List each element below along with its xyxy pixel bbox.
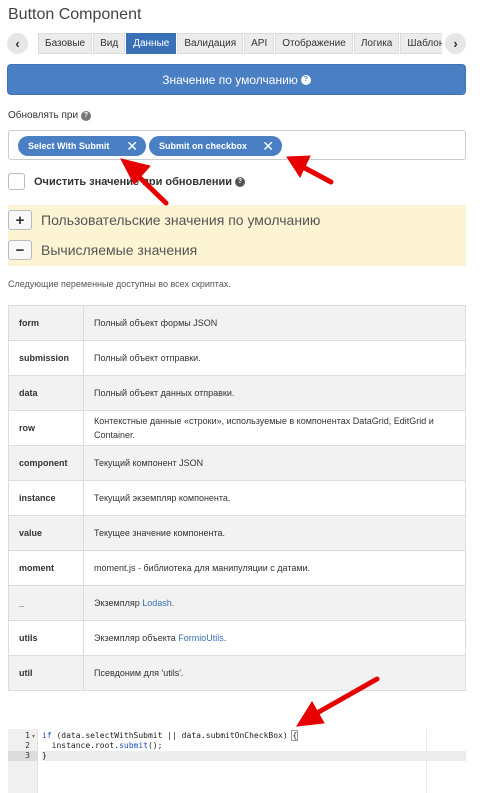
collapse-icon[interactable]: − <box>8 240 32 260</box>
clear-on-refresh-label: Очистить значение при обновлении ? <box>34 175 246 188</box>
var-key: _ <box>8 585 84 621</box>
chip-select-with-submit: Select With Submit ✕ <box>18 136 146 156</box>
var-key: moment <box>8 550 84 586</box>
clear-on-refresh-row: Очистить значение при обновлении ? <box>8 173 246 190</box>
var-desc-text: . <box>223 633 227 643</box>
var-desc: Полный объект формы JSON <box>83 305 466 341</box>
refresh-on-label-text: Обновлять при <box>8 110 79 121</box>
default-value-button[interactable]: Значение по умолчанию ? <box>7 64 466 95</box>
page-title: Button Component <box>8 6 142 23</box>
code-keyword: if <box>42 731 52 740</box>
tab-api[interactable]: API <box>244 33 275 54</box>
tab-validation[interactable]: Валидация <box>177 33 244 54</box>
code-text: (data.selectWithSubmit || data.submitOnC… <box>51 731 293 740</box>
clear-on-refresh-checkbox[interactable] <box>8 173 25 190</box>
chip-label: Submit on checkbox <box>159 141 248 151</box>
annotation-arrow-head <box>296 701 325 727</box>
tab-data[interactable]: Данные <box>126 33 177 54</box>
var-desc: Псевдоним для 'utils'. <box>83 655 466 691</box>
variables-table: form Полный объект формы JSON submission П… <box>8 305 466 691</box>
table-row: instance Текущий экземпляр компонента. <box>8 480 466 516</box>
var-key: submission <box>8 340 84 376</box>
chevron-left-icon[interactable]: ‹ <box>7 33 28 54</box>
tab-basic[interactable]: Базовые <box>38 33 93 54</box>
var-desc-text: Экземпляр объекта <box>94 633 179 643</box>
code-line-active: } <box>42 751 466 761</box>
default-value-button-label: Значение по умолчанию <box>162 72 298 87</box>
table-row: data Полный объект данных отправки. <box>8 375 466 411</box>
var-key: utils <box>8 620 84 656</box>
tab-conditional[interactable]: Отображение <box>275 33 353 54</box>
variables-note: Следующие переменные доступны во всех ск… <box>8 279 231 289</box>
code-line: if (data.selectWithSubmit || data.submit… <box>42 730 466 741</box>
table-row: utils Экземпляр объекта FormioUtils. <box>8 620 466 656</box>
var-desc: Контекстные данные «строки», используемы… <box>83 410 466 446</box>
var-desc: Экземпляр Lodash. <box>83 585 466 621</box>
code-editor[interactable]: 1 ▾ 2 3 if (data.selectWithSubmit || dat… <box>8 729 466 793</box>
lodash-link[interactable]: Lodash <box>142 598 172 608</box>
table-row: value Текущее значение компонента. <box>8 515 466 551</box>
clear-on-refresh-label-text: Очистить значение при обновлении <box>34 175 233 188</box>
var-desc: moment.js - библиотека для манипуляции с… <box>83 550 466 586</box>
expand-icon[interactable]: + <box>8 210 32 230</box>
table-row: row Контекстные данные «строки», использу… <box>8 410 466 446</box>
var-desc: Полный объект отправки. <box>83 340 466 376</box>
editor-gutter: 1 ▾ 2 3 <box>8 729 38 793</box>
code-text: instance.root. <box>42 741 120 750</box>
table-row: component Текущий компонент JSON <box>8 445 466 481</box>
var-key: util <box>8 655 84 691</box>
line-number: 2 <box>25 741 30 750</box>
chevron-right-icon[interactable]: › <box>445 33 466 54</box>
tab-display[interactable]: Вид <box>93 33 126 54</box>
table-row: moment moment.js - библиотека для манипул… <box>8 550 466 586</box>
var-desc: Текущий экземпляр компонента. <box>83 480 466 516</box>
custom-default-panel-header[interactable]: + Пользовательские значения по умолчанию <box>8 210 320 230</box>
refresh-on-select[interactable]: Select With Submit ✕ Submit on checkbox … <box>8 130 466 160</box>
fold-arrow-icon[interactable]: ▾ <box>32 733 35 740</box>
var-key: row <box>8 410 84 446</box>
var-desc: Экземпляр объекта FormioUtils. <box>83 620 466 656</box>
calculated-value-panel-header[interactable]: − Вычисляемые значения <box>8 240 197 260</box>
var-desc-text: . <box>171 598 175 608</box>
remove-chip-icon[interactable]: ✕ <box>126 139 138 153</box>
var-desc: Текущее значение компонента. <box>83 515 466 551</box>
table-row: form Полный объект формы JSON <box>8 305 466 341</box>
annotation-arrow <box>298 163 334 185</box>
tab-layout[interactable]: Шаблон <box>400 33 442 54</box>
settings-tabs: ‹ Базовые Вид Данные Валидация API Отобр… <box>7 33 466 54</box>
chip-submit-on-checkbox: Submit on checkbox ✕ <box>149 136 282 156</box>
code-line: instance.root.submit(); <box>42 741 466 751</box>
var-key: component <box>8 445 84 481</box>
var-key: data <box>8 375 84 411</box>
table-row: util Псевдоним для 'utils'. <box>8 655 466 691</box>
table-row: _ Экземпляр Lodash. <box>8 585 466 621</box>
code-text: } <box>42 751 47 760</box>
var-key: form <box>8 305 84 341</box>
calculated-value-panel-title: Вычисляемые значения <box>41 242 198 258</box>
table-row: submission Полный объект отправки. <box>8 340 466 376</box>
var-key: value <box>8 515 84 551</box>
help-icon: ? <box>300 74 311 85</box>
var-key: instance <box>8 480 84 516</box>
chip-label: Select With Submit <box>28 141 110 151</box>
var-desc: Полный объект данных отправки. <box>83 375 466 411</box>
line-number: 3 <box>8 751 38 761</box>
var-desc: Текущий компонент JSON <box>83 445 466 481</box>
code-bracket: { <box>291 730 299 741</box>
refresh-on-label: Обновлять при ? <box>8 110 92 121</box>
remove-chip-icon[interactable]: ✕ <box>262 139 274 153</box>
code-text: (); <box>147 741 163 750</box>
help-icon: ? <box>81 110 92 121</box>
formio-utils-link[interactable]: FormioUtils <box>178 633 224 643</box>
custom-default-panel-title: Пользовательские значения по умолчанию <box>41 212 321 228</box>
help-icon: ? <box>235 176 246 187</box>
code-function: submit <box>119 741 148 750</box>
tabs-track: Базовые Вид Данные Валидация API Отображ… <box>38 33 442 54</box>
var-desc-text: Экземпляр <box>94 598 143 608</box>
tab-logic[interactable]: Логика <box>353 33 400 54</box>
